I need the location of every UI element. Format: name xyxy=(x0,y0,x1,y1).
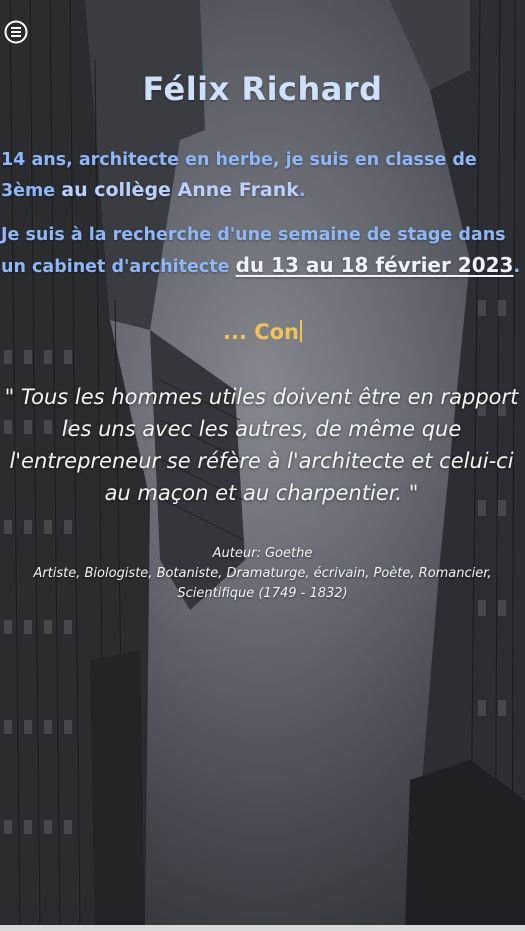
quote-text: " Tous les hommes utiles doivent être en… xyxy=(4,385,519,505)
quote-author: Auteur: Goethe xyxy=(212,546,313,561)
typing-caret xyxy=(300,320,303,342)
page: Félix Richard 14 ans, architecte en herb… xyxy=(0,0,525,931)
quote-author-roles: Artiste, Biologiste, Botaniste, Dramatur… xyxy=(33,566,492,601)
intro-line1-end: . xyxy=(298,181,306,201)
quote-author-block: Auteur: Goethe Artiste, Biologiste, Bota… xyxy=(30,544,495,604)
intro-paragraph-2: Je suis à la recherche d'une semaine de … xyxy=(1,220,523,282)
hamburger-menu-icon[interactable] xyxy=(4,20,28,44)
bottom-scrollbar xyxy=(0,925,525,931)
internship-dates-link[interactable]: du 13 au 18 février 2023 xyxy=(236,253,514,277)
typed-text-value: ... Con xyxy=(222,320,300,344)
intro-line2-end: . xyxy=(513,257,521,277)
intro-paragraph-1: 14 ans, architecte en herbe, je suis en … xyxy=(1,145,523,206)
intro-text: 14 ans, architecte en herbe, je suis en … xyxy=(1,145,523,296)
typing-text: ... Con xyxy=(0,320,525,344)
page-title: Félix Richard xyxy=(142,70,383,108)
school-name: au collège Anne Frank xyxy=(61,179,299,201)
